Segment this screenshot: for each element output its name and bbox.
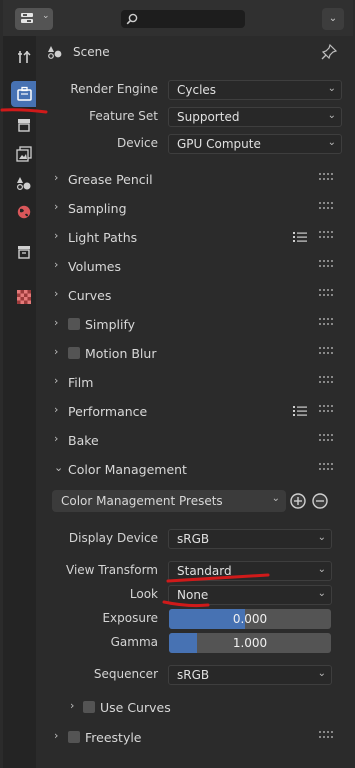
annotation-stroke bbox=[0, 108, 48, 114]
annotation-stroke bbox=[162, 600, 210, 608]
annotation-stroke bbox=[166, 573, 270, 583]
red-annotation-marks bbox=[0, 108, 270, 608]
properties-editor: ⌄ ⌄ Scene Render Engine Cycles ⌄ Feature… bbox=[0, 0, 355, 768]
